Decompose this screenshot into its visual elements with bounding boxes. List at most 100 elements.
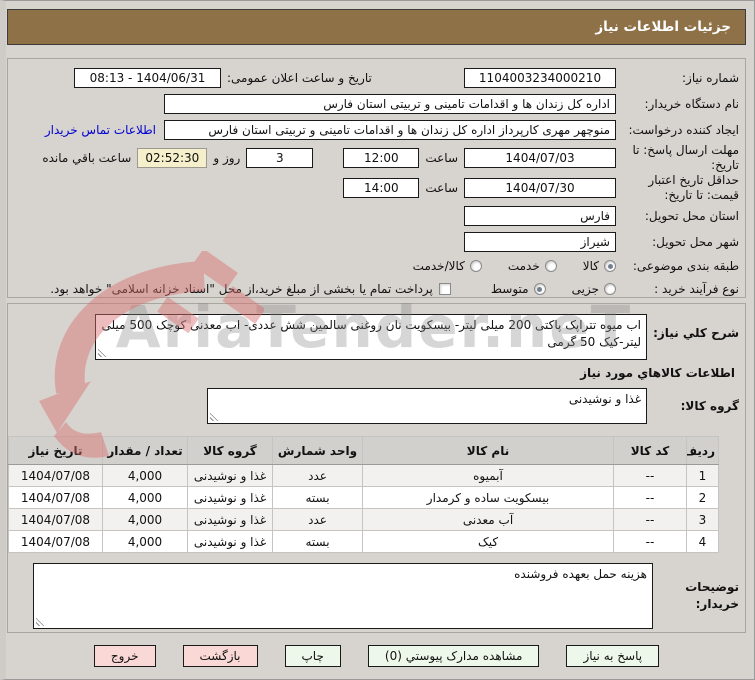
cell-unit: عدد [272, 508, 363, 531]
buyer-org-row: نام دستگاه خریدار: اداره کل زندان ها و ا… [14, 91, 739, 117]
city-label: شهر محل تحویل: [652, 234, 739, 249]
cell-group: غذا و نوشیدنی [187, 486, 273, 509]
radio-goods[interactable] [604, 260, 616, 272]
buyer-notes-textarea[interactable]: هزینه حمل بعهده فروشنده [33, 563, 653, 629]
countdown-label: ساعت باقي مانده [42, 151, 132, 165]
cell-name: آبمیوه [362, 464, 614, 487]
radio-medium[interactable] [533, 283, 546, 295]
reply-to-need-button[interactable]: پاسخ به نیاز [566, 645, 660, 667]
cell-row: 4 [686, 530, 719, 553]
table-row[interactable]: 3 -- آب معدنی عدد غذا و نوشیدنی 4,000 14… [8, 508, 719, 531]
process-type-row: نوع فرآیند خرید : جزیی متوسط پرداخت تمام… [14, 277, 739, 301]
countdown-timer: 02:52:30 [137, 148, 208, 168]
col-row: ردیف [686, 436, 719, 465]
reply-deadline-row: مهلت ارسال پاسخ: تا تاریخ: 1404/07/03 سا… [14, 143, 739, 173]
classification-row: طبقه بندی موضوعی: کالا خدمت کالا/خدمت [14, 255, 739, 277]
need-info-groupbox: شماره نیاز: 1104003234000210 تاریخ و ساع… [7, 58, 746, 298]
goods-group-textarea[interactable]: غذا و نوشیدنی [207, 388, 647, 424]
days-label: روز و [213, 151, 241, 165]
price-validity-date-input[interactable]: 1404/07/30 [464, 178, 616, 198]
cell-row: 2 [686, 486, 719, 509]
creator-row: ایجاد کننده درخواست: منوچهر مهری کارپردا… [14, 117, 739, 143]
creator-input[interactable]: منوچهر مهری کارپرداز اداره کل زندان ها و… [164, 120, 616, 140]
cell-qty: 4,000 [102, 508, 188, 531]
cell-group: غذا و نوشیدنی [187, 464, 273, 487]
cell-code: -- [613, 508, 687, 531]
buyer-notes-label: توضیحات خریدار: [685, 580, 739, 611]
goods-group-row: گروه کالا: غذا و نوشیدنی [14, 388, 739, 424]
radio-service[interactable] [544, 260, 557, 272]
reply-deadline-time-input[interactable]: 12:00 [343, 148, 420, 168]
cell-code: -- [613, 486, 687, 509]
city-input[interactable]: شیراز [464, 232, 616, 252]
buyer-contact-link[interactable]: اطلاعات تماس خریدار [45, 123, 156, 137]
price-validity-label: حداقل تاریخ اعتبار قیمت: تا تاریخ: [648, 173, 739, 202]
goods-section-title: اطلاعات کالاهاي مورد نیاز [580, 366, 735, 380]
need-description-textarea[interactable]: اب میوه تتراپک پاکتی 200 میلی لیتر- بیسک… [95, 314, 647, 360]
announce-label: تاریخ و ساعت اعلان عمومی: [227, 71, 372, 85]
view-attachments-button[interactable]: مشاهده مدارک پیوستي (0) [367, 645, 540, 667]
announce-datetime-input[interactable]: 1404/06/31 - 08:13 [74, 68, 221, 88]
reply-hour-label: ساعت [425, 151, 458, 165]
province-row: استان محل تحویل: فارس [14, 203, 739, 229]
reply-deadline-label: مهلت ارسال پاسخ: تا تاریخ: [632, 143, 739, 172]
table-row[interactable]: 2 -- بیسکویت ساده و کرمدار بسته غذا و نو… [8, 486, 719, 509]
price-validity-row: حداقل تاریخ اعتبار قیمت: تا تاریخ: 1404/… [14, 173, 739, 203]
table-row[interactable]: 1 -- آبمیوه عدد غذا و نوشیدنی 4,000 1404… [8, 464, 719, 487]
treasury-checkbox[interactable] [438, 283, 451, 295]
cell-row: 3 [686, 508, 719, 531]
radio-goods-label: کالا [582, 259, 599, 273]
cell-group: غذا و نوشیدنی [187, 508, 273, 531]
need-description-row: شرح کلي نیاز: اب میوه تتراپک پاکتی 200 م… [14, 314, 739, 360]
table-row[interactable]: 4 -- کیک بسته غذا و نوشیدنی 4,000 1404/0… [8, 530, 719, 553]
creator-label: ایجاد کننده درخواست: [628, 122, 739, 137]
col-unit: واحد شمارش [272, 436, 363, 465]
goods-group-label: گروه کالا: [680, 399, 739, 413]
col-group: گروه کالا [187, 436, 273, 465]
cell-unit: بسته [272, 486, 363, 509]
col-code: کد کالا [613, 436, 687, 465]
radio-medium-label: متوسط [490, 282, 529, 296]
cell-name: کیک [362, 530, 614, 553]
city-row: شهر محل تحویل: شیراز [14, 229, 739, 255]
buyer-notes-row: توضیحات خریدار: هزینه حمل بعهده فروشنده [14, 563, 739, 629]
cell-date: 1404/07/08 [8, 486, 103, 509]
need-details-page: جزئیات اطلاعات نیاز شماره نیاز: 11040032… [0, 0, 755, 680]
radio-partial-label: جزیی [571, 282, 599, 296]
need-number-input[interactable]: 1104003234000210 [464, 68, 616, 88]
col-qty: تعداد / مقدار [102, 436, 188, 465]
action-buttons: پاسخ به نیاز مشاهده مدارک پیوستي (0) چاپ… [6, 645, 754, 667]
cell-unit: بسته [272, 530, 363, 553]
days-remaining-box: 3 [246, 148, 314, 168]
price-validity-time-input[interactable]: 14:00 [343, 178, 420, 198]
reply-deadline-date-input[interactable]: 1404/07/03 [464, 148, 616, 168]
radio-goods-service-label: کالا/خدمت [412, 259, 465, 273]
col-date: تاریخ نیاز [8, 436, 103, 465]
cell-date: 1404/07/08 [8, 464, 103, 487]
back-button[interactable]: بازگشت [182, 645, 258, 667]
classification-label: طبقه بندی موضوعی: [632, 258, 739, 273]
radio-service-label: خدمت [507, 259, 540, 273]
goods-info-groupbox: شرح کلي نیاز: اب میوه تتراپک پاکتی 200 م… [7, 303, 746, 633]
page-title: جزئیات اطلاعات نیاز [7, 9, 746, 45]
province-label: استان محل تحویل: [644, 208, 739, 223]
cell-code: -- [613, 464, 687, 487]
radio-partial[interactable] [604, 283, 616, 295]
need-description-label: شرح کلي نیاز: [653, 326, 739, 340]
cell-name: بیسکویت ساده و کرمدار [362, 486, 614, 509]
cell-qty: 4,000 [102, 464, 188, 487]
cell-unit: عدد [272, 464, 363, 487]
province-input[interactable]: فارس [464, 206, 616, 226]
radio-goods-service[interactable] [469, 260, 482, 272]
col-name: نام کالا [362, 436, 614, 465]
need-number-row: شماره نیاز: 1104003234000210 تاریخ و ساع… [14, 65, 739, 91]
print-button[interactable]: چاپ [284, 645, 341, 667]
cell-code: -- [613, 530, 687, 553]
items-table: ردیف کد کالا نام کالا واحد شمارش گروه کا… [8, 436, 719, 553]
cell-row: 1 [686, 464, 719, 487]
cell-qty: 4,000 [102, 486, 188, 509]
cell-group: غذا و نوشیدنی [187, 530, 273, 553]
exit-button[interactable]: خروج [93, 645, 156, 667]
treasury-checkbox-label: پرداخت تمام یا بخشی از مبلغ خرید،از محل … [50, 282, 433, 296]
buyer-org-input[interactable]: اداره کل زندان ها و اقدامات تامینی و ترب… [164, 94, 616, 114]
